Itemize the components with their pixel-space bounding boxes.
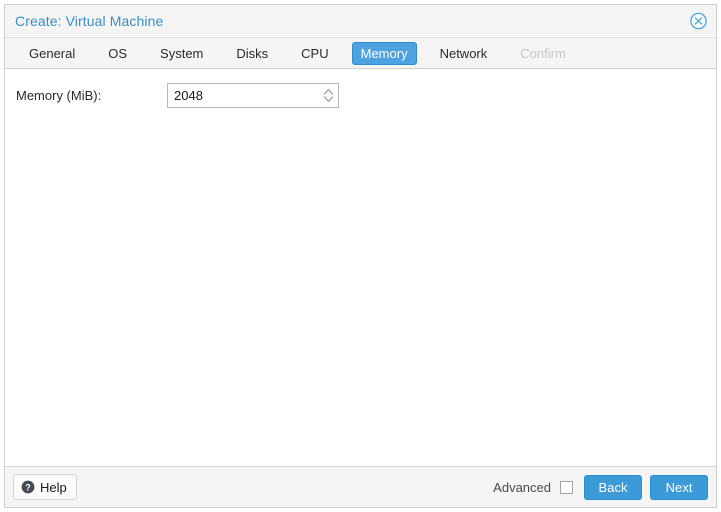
tab-system[interactable]: System bbox=[150, 42, 213, 65]
tab-disks[interactable]: Disks bbox=[226, 42, 278, 65]
tab-general[interactable]: General bbox=[19, 42, 85, 65]
wizard-tabbar: General OS System Disks CPU Memory Netwo… bbox=[5, 38, 716, 69]
tab-network[interactable]: Network bbox=[430, 42, 498, 65]
create-vm-dialog: Create: Virtual Machine General OS Syste… bbox=[4, 4, 717, 508]
help-button[interactable]: ? Help bbox=[13, 474, 77, 500]
next-button[interactable]: Next bbox=[650, 474, 708, 500]
help-button-label: Help bbox=[40, 479, 67, 495]
memory-label: Memory (MiB): bbox=[16, 87, 102, 103]
advanced-label: Advanced bbox=[493, 479, 551, 495]
dialog-footer: ? Help Advanced Back Next bbox=[5, 467, 716, 507]
dialog-titlebar: Create: Virtual Machine bbox=[5, 5, 716, 38]
svg-text:?: ? bbox=[25, 482, 31, 492]
memory-stepper[interactable] bbox=[167, 82, 339, 108]
advanced-checkbox[interactable] bbox=[560, 480, 573, 494]
tab-os[interactable]: OS bbox=[98, 42, 137, 65]
tab-memory[interactable]: Memory bbox=[351, 41, 417, 65]
back-button[interactable]: Back bbox=[584, 474, 642, 500]
question-circle-icon: ? bbox=[21, 480, 35, 494]
dialog-title: Create: Virtual Machine bbox=[15, 13, 164, 29]
close-icon[interactable] bbox=[690, 12, 707, 30]
tab-confirm: Confirm bbox=[520, 45, 566, 61]
dialog-content: Memory (MiB): bbox=[5, 69, 716, 467]
tab-cpu[interactable]: CPU bbox=[291, 42, 338, 65]
footer-actions: Advanced Back Next bbox=[493, 474, 708, 500]
spinner-arrows-icon[interactable] bbox=[318, 84, 338, 107]
memory-field-row: Memory (MiB): bbox=[5, 82, 716, 108]
memory-input[interactable] bbox=[168, 86, 318, 104]
